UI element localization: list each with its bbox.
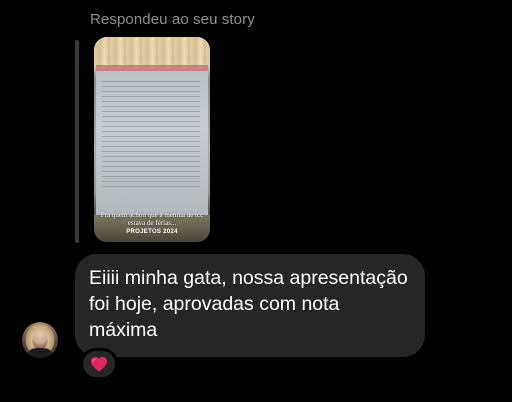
reply-header: Respondeu ao seu story [90,11,255,28]
reaction-badge[interactable] [80,348,118,380]
story-image-laptop-screen [96,65,208,215]
story-image-curtain [94,37,210,65]
story-caption: Pra quem achou que a menina de tcc estav… [100,211,204,227]
sender-avatar[interactable] [22,322,58,358]
message-bubble[interactable]: Eiiii minha gata, nossa apresentação foi… [75,254,425,357]
red-heart-icon [91,356,107,372]
story-tag: PROJETOS 2024 [126,229,178,235]
reply-indicator-bar [75,40,79,243]
story-thumbnail[interactable]: Pra quem achou que a menina de tcc estav… [94,37,210,242]
message-text: Eiiii minha gata, nossa apresentação foi… [89,267,408,341]
